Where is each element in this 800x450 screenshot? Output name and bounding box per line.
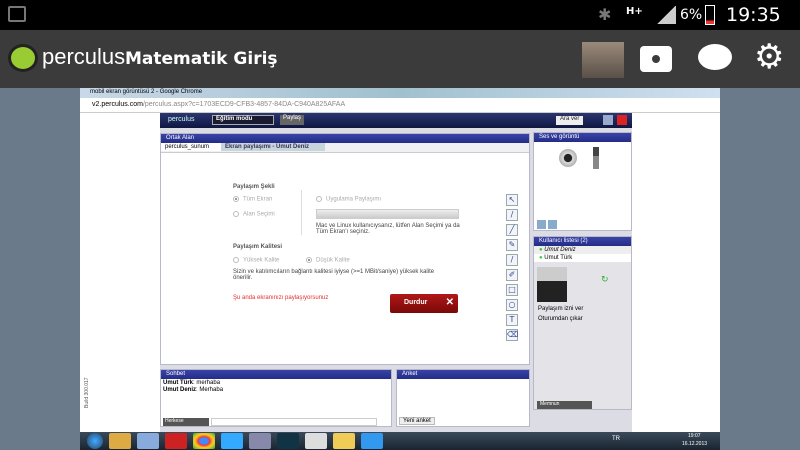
- outlook-icon[interactable]: [109, 433, 131, 449]
- image-notification-icon: [8, 6, 26, 22]
- user-row[interactable]: ● Umut Türk: [534, 254, 631, 262]
- close-icon: ✕: [445, 297, 454, 308]
- bluetooth-icon: ✱: [598, 5, 612, 24]
- pointer-icon[interactable]: ↖: [506, 194, 518, 206]
- mic-toggle-icon[interactable]: [548, 220, 557, 229]
- battery-icon: [705, 5, 715, 25]
- eraser-icon[interactable]: ⌫: [506, 329, 518, 341]
- shared-area-panel: Ortak Alan perculus_sunum Ekran paylaşımı…: [160, 133, 530, 365]
- battery-percent: 6%: [680, 7, 703, 23]
- tab-bar: perculus_sunum Ekran paylaşımı - Umut Den…: [161, 143, 529, 153]
- video-thumbnail[interactable]: [582, 42, 624, 78]
- radio-full-screen[interactable]: Tüm Ekran: [233, 196, 272, 203]
- rectangle-icon[interactable]: □: [506, 284, 518, 296]
- 3cx-icon[interactable]: [277, 433, 299, 449]
- address-bar[interactable]: v2.perculus.com/perculus.aspx?c=1703ECD9…: [80, 98, 720, 113]
- perculus-logo-icon: [8, 44, 38, 72]
- radio-app-share[interactable]: Uygulama Paylaşımı: [316, 196, 381, 203]
- build-number: Build 300.017: [84, 377, 90, 408]
- lock-app-icon[interactable]: [249, 433, 271, 449]
- microphone-icon[interactable]: [593, 147, 599, 169]
- tab-presentation[interactable]: perculus_sunum: [161, 143, 221, 151]
- gear-icon[interactable]: ⚙: [754, 40, 784, 74]
- refresh-icon[interactable]: ↻: [601, 275, 609, 285]
- radio-high-quality[interactable]: Yüksek Kalite: [233, 257, 279, 264]
- highlighter-icon[interactable]: ✎: [506, 239, 518, 251]
- status-select[interactable]: Memnun: [537, 401, 592, 409]
- quality-title: Paylaşım Kalitesi: [233, 244, 283, 250]
- camera-toggle-icon[interactable]: [537, 220, 546, 229]
- line-icon[interactable]: ╱: [506, 224, 518, 236]
- window-title: mobil ekran görüntüsü 2 - Google Chrome: [90, 89, 203, 95]
- dropbox-icon[interactable]: [221, 433, 243, 449]
- windows-taskbar: TR 19:07 16.12.2013: [80, 432, 720, 450]
- chat-icon[interactable]: [698, 44, 732, 70]
- chat-header: Sohbet: [161, 370, 391, 379]
- fullscreen-icon[interactable]: [603, 115, 613, 125]
- divider: [301, 190, 302, 235]
- ellipse-icon[interactable]: ○: [506, 299, 518, 311]
- marker-icon[interactable]: /: [506, 254, 518, 266]
- camera-icon[interactable]: [640, 46, 672, 72]
- url-path: /perculus.aspx?c=1703ECD9-CFB3-4857-84DA…: [142, 101, 346, 108]
- shared-area-header: Ortak Alan: [161, 134, 529, 143]
- start-button[interactable]: [87, 433, 103, 449]
- radio-low-quality[interactable]: Düşük Kalite: [306, 257, 350, 264]
- perculus-toolbar: perculus Eğitim modu Paylaş Ara ver: [160, 113, 632, 128]
- url-host: v2.perculus.com: [92, 101, 143, 108]
- poll-panel: Anket Yeni anket: [396, 369, 530, 427]
- taskbar-time: 19:07: [688, 433, 701, 439]
- stop-button[interactable]: Durdur ✕: [390, 294, 458, 313]
- tab-screen-share[interactable]: Ekran paylaşımı - Umut Deniz: [221, 143, 325, 151]
- sharing-status: Şu anda ekranınızı paylaşıyorsunuz: [233, 295, 329, 301]
- poll-header: Anket: [397, 370, 529, 379]
- app-bar: perculus Matematik Giriş ⚙: [0, 30, 800, 88]
- drawing-toolbar: ↖ / ╱ ✎ / ✐ □ ○ T ⌫: [506, 194, 518, 344]
- taskbar-date: 16.12.2013: [682, 441, 708, 447]
- user-list-panel: Kullanıcı listesi (2) ● Umut Deniz ● Umu…: [533, 236, 632, 410]
- chat-message: Umut Türk: merhaba: [163, 380, 221, 386]
- mac-note: Mac ve Linux kullanıcıysanız, lütfen Ala…: [316, 223, 460, 235]
- power-icon[interactable]: [617, 115, 627, 125]
- clock: 19:35: [726, 4, 781, 26]
- share-button[interactable]: Paylaş: [280, 115, 305, 125]
- chrome-icon[interactable]: [193, 433, 215, 449]
- user-avatar: [537, 267, 567, 302]
- quality-note: Sizin ve katılımcıların bağlantı kalites…: [233, 269, 435, 281]
- signal-icon: [656, 6, 676, 24]
- remove-user-item[interactable]: Oturumdan çıkar: [538, 316, 583, 322]
- shared-desktop: mobil ekran görüntüsü 2 - Google Chrome …: [0, 88, 800, 450]
- app-logo: perculus: [42, 44, 126, 69]
- recipient-select[interactable]: Herkese: [163, 418, 209, 426]
- user-row[interactable]: ● Umut Deniz: [534, 246, 631, 254]
- talk-icon[interactable]: [305, 433, 327, 449]
- chat-panel: Sohbet Umut Türk: merhaba Umut Deniz: Me…: [160, 369, 392, 427]
- text-icon[interactable]: T: [506, 314, 518, 326]
- page-title: Matematik Giriş: [125, 49, 278, 69]
- share-mode-title: Paylaşım Şekli: [233, 184, 275, 190]
- browser-title-bar: mobil ekran görüntüsü 2 - Google Chrome: [80, 88, 720, 98]
- app-select[interactable]: [316, 209, 459, 219]
- wifi-app-icon[interactable]: [165, 433, 187, 449]
- brush-icon[interactable]: ✐: [506, 269, 518, 281]
- radio-area[interactable]: Alan Seçimi: [233, 211, 275, 218]
- pen-icon[interactable]: /: [506, 209, 518, 221]
- sticky-notes-icon[interactable]: [333, 433, 355, 449]
- audio-video-header: Ses ve görüntü: [534, 133, 631, 142]
- notes-icon[interactable]: [137, 433, 159, 449]
- chat-message: Umut Deniz: Merhaba: [163, 387, 224, 393]
- android-status-bar: ✱ H+ 6% 19:35: [0, 0, 800, 30]
- webcam-icon[interactable]: [559, 149, 577, 167]
- network-type: H+: [626, 6, 643, 17]
- audio-video-panel: Ses ve görüntü: [533, 132, 632, 231]
- internet-explorer-icon[interactable]: [361, 433, 383, 449]
- allow-share-item[interactable]: Paylaşım izni ver: [538, 306, 583, 312]
- new-poll-button[interactable]: Yeni anket: [399, 417, 435, 425]
- chat-input[interactable]: [211, 418, 377, 426]
- mode-select[interactable]: Eğitim modu: [212, 115, 274, 125]
- toolbar-logo: perculus: [168, 116, 195, 123]
- language-indicator[interactable]: TR: [612, 436, 620, 442]
- pause-button[interactable]: Ara ver: [556, 116, 584, 125]
- user-list-header: Kullanıcı listesi (2): [534, 237, 631, 246]
